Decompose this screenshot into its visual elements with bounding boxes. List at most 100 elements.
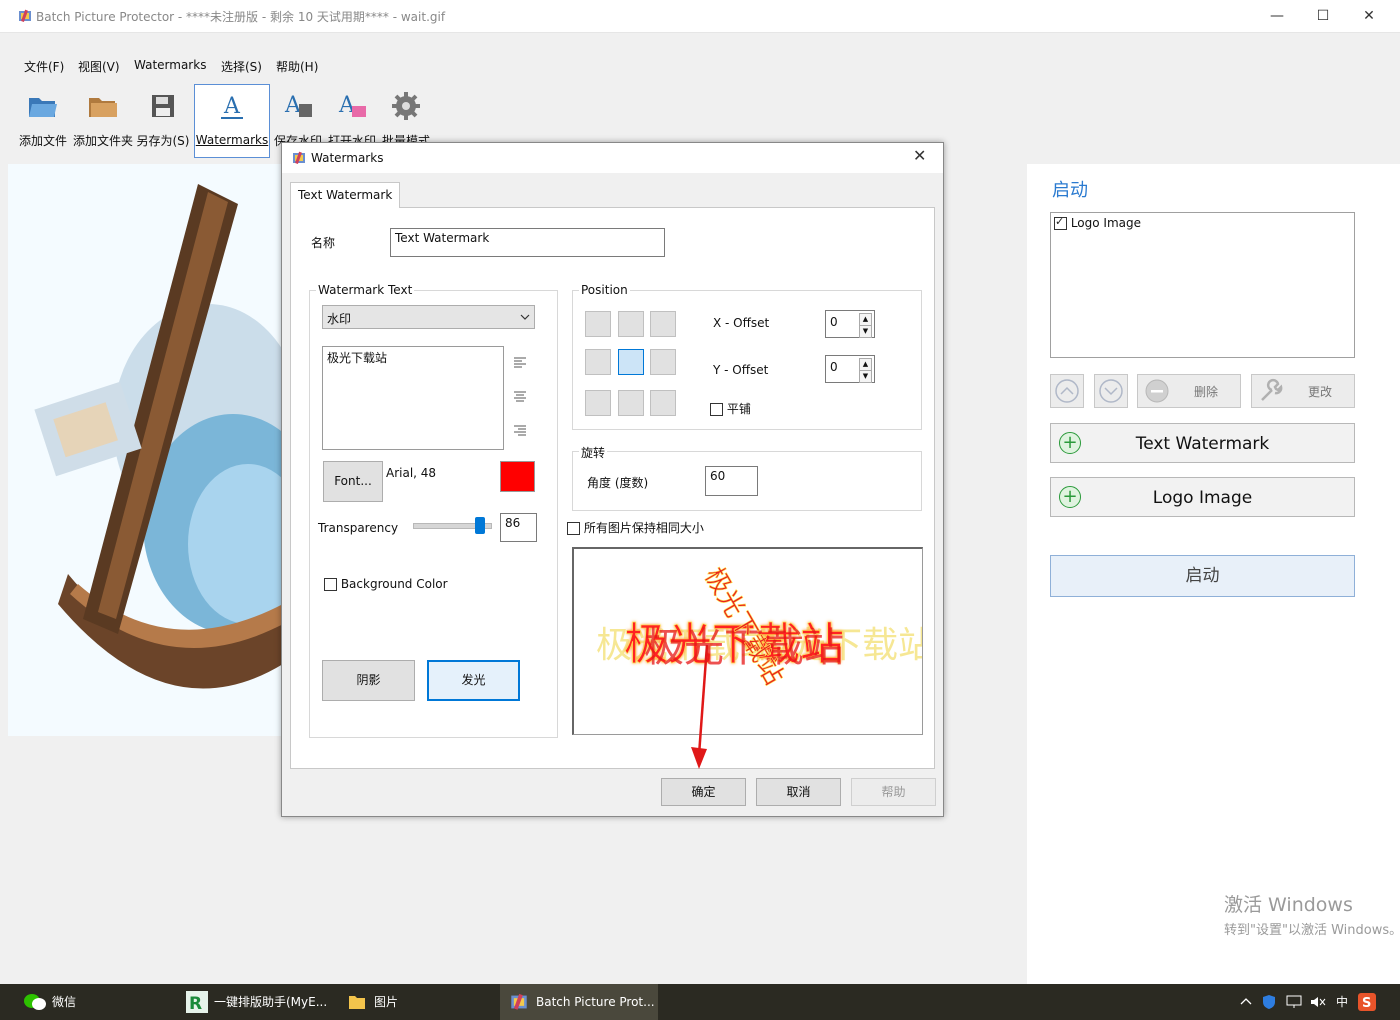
menu-help[interactable]: 帮助(H) xyxy=(276,58,318,75)
slider-thumb[interactable] xyxy=(475,517,485,534)
wrench-icon xyxy=(1261,378,1283,401)
watermark-type-value: 水印 xyxy=(327,312,352,326)
hourglass-image xyxy=(34,184,283,689)
minimize-button[interactable]: — xyxy=(1254,0,1300,32)
add-logo-image-button[interactable]: + Logo Image xyxy=(1050,477,1355,517)
watermark-list[interactable]: Logo Image xyxy=(1050,212,1355,358)
angle-label: 角度 (度数) xyxy=(587,476,649,490)
menu-view[interactable]: 视图(V) xyxy=(78,58,120,75)
taskbar-item-batch-picture[interactable]: Batch Picture Prot... xyxy=(500,984,658,1020)
name-label: 名称 xyxy=(311,236,336,250)
folder-icon xyxy=(349,996,365,1009)
cancel-button[interactable]: 取消 xyxy=(756,778,841,806)
edit-button[interactable]: 更改 xyxy=(1251,374,1355,408)
logo-image-checkbox[interactable] xyxy=(1054,215,1067,230)
font-color-swatch[interactable] xyxy=(500,461,535,492)
name-input[interactable]: Text Watermark xyxy=(390,228,665,257)
app-icon xyxy=(19,9,31,22)
x-offset-spinner[interactable]: 0 ▲ ▼ xyxy=(825,310,875,338)
ime-indicator[interactable]: 中 xyxy=(1336,984,1348,1020)
align-left-icon[interactable] xyxy=(513,356,527,368)
spin-down-icon[interactable]: ▼ xyxy=(859,370,872,383)
ok-button[interactable]: 确定 xyxy=(661,778,746,806)
background-color-option[interactable]: Background Color xyxy=(324,577,448,591)
activate-windows-watermark: 激活 Windows 转到"设置"以激活 Windows。 xyxy=(1224,890,1400,938)
watermark-a-icon: A xyxy=(221,94,243,119)
shield-icon[interactable] xyxy=(1262,994,1276,1010)
x-offset-label: X - Offset xyxy=(713,316,770,330)
add-file-label: 添加文件 xyxy=(18,134,67,148)
y-offset-value: 0 xyxy=(830,360,838,374)
sogou-ime-icon[interactable]: S xyxy=(1358,993,1376,1011)
dialog-title: Watermarks xyxy=(311,151,384,165)
align-center-icon[interactable] xyxy=(513,390,527,402)
align-right-icon[interactable] xyxy=(513,424,527,436)
same-size-checkbox[interactable] xyxy=(567,522,580,535)
network-icon[interactable] xyxy=(1286,995,1302,1009)
position-middle-right[interactable] xyxy=(650,349,676,375)
same-size-option[interactable]: 所有图片保持相同大小 xyxy=(567,519,704,536)
arrow-down-circle-icon xyxy=(1099,379,1123,403)
spin-down-icon[interactable]: ▼ xyxy=(859,325,872,338)
add-file-button[interactable]: 添加文件 xyxy=(16,84,70,156)
folder-icon xyxy=(89,98,117,117)
activate-subtitle: 转到"设置"以激活 Windows。 xyxy=(1224,923,1400,938)
move-up-button[interactable] xyxy=(1050,374,1084,408)
list-item[interactable]: Logo Image xyxy=(1054,215,1141,230)
watermark-type-select[interactable]: 水印 xyxy=(322,305,535,329)
start-button[interactable]: 启动 xyxy=(1050,555,1355,597)
watermark-text-group-title: Watermark Text xyxy=(316,283,415,297)
add-folder-button[interactable]: 添加文件夹 xyxy=(70,84,136,156)
angle-input[interactable]: 60 xyxy=(705,466,758,496)
volume-muted-icon[interactable] xyxy=(1310,995,1326,1009)
tab-text-watermark[interactable]: Text Watermark xyxy=(290,182,400,208)
help-button[interactable]: 帮助 xyxy=(851,778,936,806)
position-bottom-right[interactable] xyxy=(650,390,676,416)
chevron-up-icon[interactable] xyxy=(1240,996,1252,1006)
taskbar-item-pictures[interactable]: 图片 xyxy=(348,984,488,1020)
maximize-button[interactable]: ☐ xyxy=(1300,0,1346,32)
transparency-slider[interactable] xyxy=(413,517,492,534)
position-bottom-center[interactable] xyxy=(618,390,644,416)
glow-button[interactable]: 发光 xyxy=(427,660,520,701)
delete-label: 删除 xyxy=(1194,385,1219,399)
position-top-right[interactable] xyxy=(650,311,676,337)
menu-select[interactable]: 选择(S) xyxy=(221,58,262,75)
position-top-center[interactable] xyxy=(618,311,644,337)
watermarks-button[interactable]: A Watermarks xyxy=(194,84,270,158)
system-tray: 中 S xyxy=(1240,984,1390,1020)
add-text-watermark-button[interactable]: + Text Watermark xyxy=(1050,423,1355,463)
delete-button[interactable]: 删除 xyxy=(1137,374,1241,408)
dialog-titlebar: Watermarks ✕ xyxy=(282,143,943,173)
annotation-arrow xyxy=(691,644,709,769)
position-center[interactable] xyxy=(618,349,644,375)
close-button[interactable]: ✕ xyxy=(1346,0,1392,32)
background-color-checkbox[interactable] xyxy=(324,578,337,591)
x-offset-value: 0 xyxy=(830,315,838,329)
open-watermark-icon: A xyxy=(338,93,366,118)
watermark-preview: 极光下载站 极光下载站 极光下载站 极光下载站 极光下载站 xyxy=(572,547,923,735)
rotate-group: 旋转 角度 (度数) 60 xyxy=(572,444,922,511)
window-title: Batch Picture Protector - ****未注册版 - 剩余 … xyxy=(36,10,446,24)
position-middle-left[interactable] xyxy=(585,349,611,375)
taskbar-item-typeset[interactable]: R 一键排版助手(MyE... xyxy=(186,984,336,1020)
transparency-input[interactable]: 86 xyxy=(500,513,537,542)
shadow-button[interactable]: 阴影 xyxy=(322,660,415,701)
watermark-text-area[interactable]: 极光下载站 xyxy=(322,346,504,450)
position-bottom-left[interactable] xyxy=(585,390,611,416)
menu-file[interactable]: 文件(F) xyxy=(24,58,64,75)
preview-watermark-render: 极光下载站 极光下载站 极光下载站 极光下载站 极光下载站 xyxy=(596,562,922,690)
save-as-label: 另存为(S) xyxy=(136,134,190,148)
y-offset-spinner[interactable]: 0 ▲ ▼ xyxy=(825,355,875,383)
add-logo-image-label: Logo Image xyxy=(1152,488,1253,508)
tile-checkbox[interactable] xyxy=(710,403,723,416)
menu-watermarks[interactable]: Watermarks xyxy=(134,58,206,72)
dialog-close-button[interactable]: ✕ xyxy=(913,146,926,165)
font-button[interactable]: Font... xyxy=(323,461,383,502)
transparency-label: Transparency xyxy=(318,521,399,535)
move-down-button[interactable] xyxy=(1094,374,1128,408)
position-top-left[interactable] xyxy=(585,311,611,337)
save-as-button[interactable]: 另存为(S) xyxy=(136,84,190,156)
tile-option[interactable]: 平铺 xyxy=(710,400,751,417)
taskbar-item-wechat[interactable]: 微信 xyxy=(24,984,164,1020)
